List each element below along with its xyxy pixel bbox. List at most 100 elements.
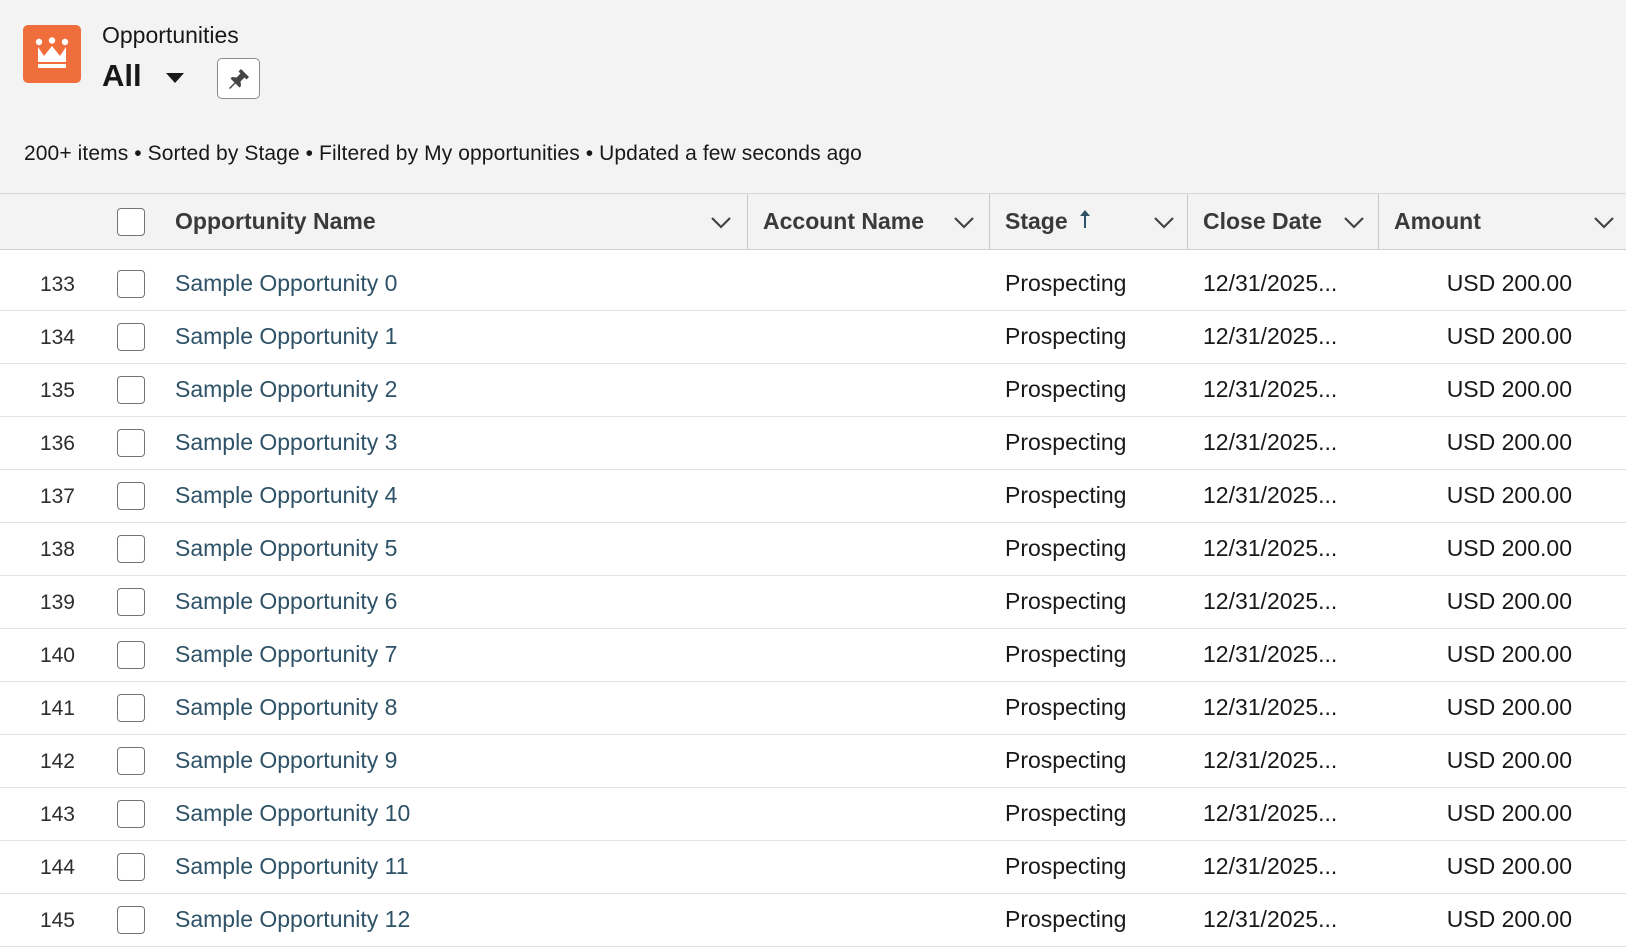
amount-cell: USD 200.00: [1446, 270, 1572, 296]
stage-cell: Prospecting: [1005, 588, 1127, 614]
column-label: Account Name: [763, 208, 925, 234]
sort-ascending-arrow-icon: [1079, 209, 1090, 228]
chevron-down-icon[interactable]: [1343, 211, 1365, 233]
close-date-cell: 12/31/2025...: [1203, 270, 1338, 296]
list-view-header: Opportunities All 200+ items • Sorted by…: [0, 0, 1626, 193]
row-number: 134: [39, 326, 75, 349]
opportunity-name-link[interactable]: Sample Opportunity 12: [175, 906, 410, 933]
row-checkbox[interactable]: [117, 747, 145, 775]
row-checkbox[interactable]: [117, 906, 145, 934]
row-number: 141: [39, 697, 75, 720]
row-checkbox[interactable]: [117, 270, 145, 298]
row-number: 139: [39, 591, 75, 614]
stage-cell: Prospecting: [1005, 800, 1127, 826]
column-label: Stage: [1005, 208, 1068, 234]
close-date-cell: 12/31/2025...: [1203, 747, 1338, 773]
opportunity-name-link[interactable]: Sample Opportunity 3: [175, 429, 397, 456]
select-all-checkbox[interactable]: [117, 208, 145, 236]
row-checkbox[interactable]: [117, 376, 145, 404]
row-number: 144: [39, 856, 75, 879]
opportunity-name-link[interactable]: Sample Opportunity 10: [175, 800, 410, 827]
opportunity-name-link[interactable]: Sample Opportunity 8: [175, 694, 397, 721]
stage-cell: Prospecting: [1005, 429, 1127, 455]
row-checkbox[interactable]: [117, 588, 145, 616]
row-checkbox[interactable]: [117, 641, 145, 669]
chevron-down-icon[interactable]: [1593, 211, 1615, 233]
opportunity-name-link[interactable]: Sample Opportunity 7: [175, 641, 397, 668]
table-row: 145 Sample Opportunity 12 Prospecting 12…: [0, 894, 1626, 947]
table-row: 144 Sample Opportunity 11 Prospecting 12…: [0, 841, 1626, 894]
column-header-stage[interactable]: Stage: [990, 194, 1187, 249]
row-number: 142: [39, 750, 75, 773]
close-date-cell: 12/31/2025...: [1203, 429, 1338, 455]
stage-cell: Prospecting: [1005, 694, 1127, 720]
row-number: 135: [39, 379, 75, 402]
close-date-cell: 12/31/2025...: [1203, 535, 1338, 561]
opportunity-name-link[interactable]: Sample Opportunity 9: [175, 747, 397, 774]
opportunity-name-link[interactable]: Sample Opportunity 1: [175, 323, 397, 350]
amount-cell: USD 200.00: [1446, 747, 1572, 773]
object-name: Opportunities: [102, 22, 239, 48]
pin-list-view-button[interactable]: [217, 58, 260, 99]
stage-cell: Prospecting: [1005, 906, 1127, 932]
opportunity-name-link[interactable]: Sample Opportunity 11: [175, 853, 409, 880]
list-view-dropdown-button[interactable]: [160, 66, 190, 90]
table-row: 133 Sample Opportunity 0 Prospecting 12/…: [0, 258, 1626, 311]
opportunity-name-link[interactable]: Sample Opportunity 4: [175, 482, 397, 509]
stage-cell: Prospecting: [1005, 376, 1127, 402]
stage-cell: Prospecting: [1005, 482, 1127, 508]
amount-cell: USD 200.00: [1446, 482, 1572, 508]
chevron-down-icon[interactable]: [710, 211, 732, 233]
row-number: 140: [39, 644, 75, 667]
column-header-close-date[interactable]: Close Date: [1188, 194, 1377, 249]
table-row: 142 Sample Opportunity 9 Prospecting 12/…: [0, 735, 1626, 788]
stage-cell: Prospecting: [1005, 323, 1127, 349]
column-label: Close Date: [1203, 208, 1322, 234]
opportunity-name-link[interactable]: Sample Opportunity 5: [175, 535, 397, 562]
table-header: Opportunity Name Account Name Stage Clos…: [0, 193, 1626, 250]
row-checkbox[interactable]: [117, 323, 145, 351]
row-checkbox[interactable]: [117, 800, 145, 828]
table-row: 134 Sample Opportunity 1 Prospecting 12/…: [0, 311, 1626, 364]
amount-cell: USD 200.00: [1446, 694, 1572, 720]
amount-cell: USD 200.00: [1446, 323, 1572, 349]
row-number: 137: [39, 485, 75, 508]
column-label: Amount: [1394, 208, 1481, 234]
close-date-cell: 12/31/2025...: [1203, 906, 1338, 932]
table-row: 137 Sample Opportunity 4 Prospecting 12/…: [0, 470, 1626, 523]
column-header-amount[interactable]: Amount: [1379, 194, 1626, 249]
crown-icon: [23, 25, 81, 83]
table-row: 138 Sample Opportunity 5 Prospecting 12/…: [0, 523, 1626, 576]
row-checkbox[interactable]: [117, 853, 145, 881]
amount-cell: USD 200.00: [1446, 906, 1572, 932]
table-row: 136 Sample Opportunity 3 Prospecting 12/…: [0, 417, 1626, 470]
list-view-name: All: [102, 58, 142, 93]
close-date-cell: 12/31/2025...: [1203, 323, 1338, 349]
row-checkbox[interactable]: [117, 535, 145, 563]
chevron-down-icon[interactable]: [953, 211, 975, 233]
column-header-opportunity-name[interactable]: Opportunity Name: [160, 194, 747, 249]
stage-cell: Prospecting: [1005, 747, 1127, 773]
row-checkbox[interactable]: [117, 429, 145, 457]
amount-cell: USD 200.00: [1446, 588, 1572, 614]
table-row: 139 Sample Opportunity 6 Prospecting 12/…: [0, 576, 1626, 629]
row-checkbox[interactable]: [117, 482, 145, 510]
column-header-account-name[interactable]: Account Name: [748, 194, 988, 249]
close-date-cell: 12/31/2025...: [1203, 376, 1338, 402]
stage-cell: Prospecting: [1005, 853, 1127, 879]
chevron-down-icon[interactable]: [1153, 211, 1175, 233]
column-label: Opportunity Name: [175, 208, 376, 234]
table-row: 141 Sample Opportunity 8 Prospecting 12/…: [0, 682, 1626, 735]
amount-cell: USD 200.00: [1446, 376, 1572, 402]
caret-down-icon: [166, 73, 184, 83]
amount-cell: USD 200.00: [1446, 429, 1572, 455]
opportunity-name-link[interactable]: Sample Opportunity 0: [175, 270, 397, 297]
row-number: 143: [39, 803, 75, 826]
row-number: 136: [39, 432, 75, 455]
opportunity-name-link[interactable]: Sample Opportunity 6: [175, 588, 397, 615]
table-row: 135 Sample Opportunity 2 Prospecting 12/…: [0, 364, 1626, 417]
opportunity-name-link[interactable]: Sample Opportunity 2: [175, 376, 397, 403]
close-date-cell: 12/31/2025...: [1203, 853, 1338, 879]
row-checkbox[interactable]: [117, 694, 145, 722]
close-date-cell: 12/31/2025...: [1203, 694, 1338, 720]
